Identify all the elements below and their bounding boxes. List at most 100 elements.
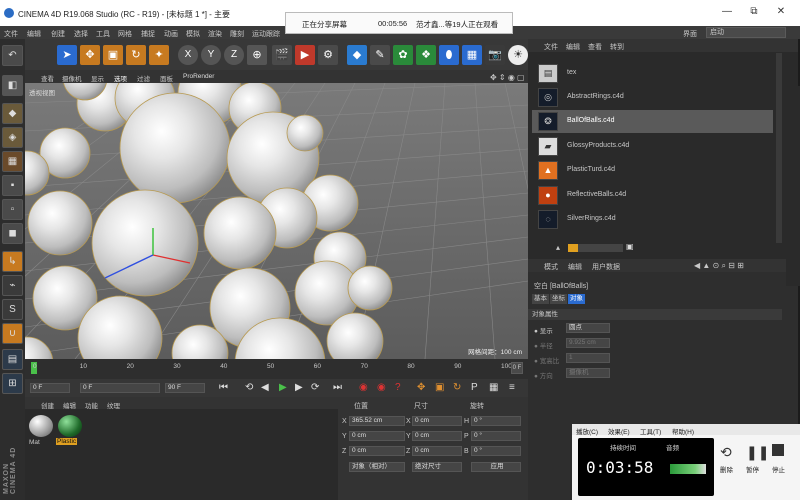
size-mode-select[interactable]: 绝对尺寸 (412, 462, 462, 472)
close-button[interactable]: ✕ (774, 6, 788, 20)
locked-workplane-icon[interactable]: ⊞ (2, 373, 23, 394)
mat-menu-create[interactable]: 创建 (41, 400, 54, 410)
camera-icon[interactable]: 📷 (485, 45, 505, 65)
cube-icon[interactable]: ◆ (347, 45, 367, 65)
rotation-p-field[interactable]: 0 ° (471, 431, 521, 441)
timer-menu-effect[interactable]: 效果(E) (608, 426, 630, 436)
next-frame-icon[interactable]: ▶ (295, 382, 303, 393)
frame-end-field[interactable]: 90 F (165, 383, 205, 393)
coordinate-system-icon[interactable]: ⊕ (247, 45, 267, 65)
orientation-select[interactable]: 摄像机 (566, 368, 610, 378)
thumbnail-size-handle[interactable] (568, 244, 578, 252)
coord-mode-select[interactable]: 对象（相对） (349, 462, 405, 472)
mat-menu-function[interactable]: 功能 (85, 400, 98, 410)
browser-item[interactable]: ▲ PlasticTurd.c4d (532, 159, 775, 182)
menu-snap[interactable]: 捕捉 (141, 29, 155, 39)
magnet-icon[interactable]: ∪ (2, 323, 23, 344)
rotation-h-field[interactable]: 0 ° (471, 416, 521, 426)
3d-viewport[interactable]: 透视视图 网格间距：100 cm (25, 83, 528, 359)
menu-sculpt[interactable]: 雕刻 (230, 29, 244, 39)
right-tab-strip[interactable] (786, 86, 800, 286)
subdivision-icon[interactable]: ✿ (393, 45, 413, 65)
sphere[interactable] (119, 92, 231, 204)
autokey-icon[interactable]: ◉ (377, 382, 386, 393)
browser-menu-file[interactable]: 文件 (544, 42, 558, 52)
vp-menu-options[interactable]: 选项 (114, 73, 127, 83)
render-picture-viewer-icon[interactable]: ▶ (295, 45, 315, 65)
frame-min-field[interactable]: 0 F (30, 383, 70, 393)
move-tool-icon[interactable]: ✥ (80, 45, 100, 65)
material-swatch[interactable]: Mat (29, 415, 53, 446)
attr-tab-object[interactable]: 对象 (568, 294, 585, 304)
browser-item[interactable]: ◎ AbstractRings.c4d (532, 86, 775, 109)
delete-icon[interactable]: ⟲ (720, 444, 732, 461)
restore-button[interactable]: ⧉ (747, 6, 761, 20)
edges-mode-icon[interactable]: ▫ (2, 199, 23, 220)
rotate-tool-icon[interactable]: ↻ (126, 45, 146, 65)
key-rotation-icon[interactable]: ↻ (453, 382, 461, 393)
menu-create[interactable]: 创建 (51, 29, 65, 39)
x-axis-lock-icon[interactable]: X (178, 45, 198, 65)
texture-mode-icon[interactable]: ◈ (2, 127, 23, 148)
browser-item[interactable]: ● ReflectiveBalls.c4d (532, 184, 775, 207)
menu-edit[interactable]: 编辑 (27, 29, 41, 39)
mat-menu-texture[interactable]: 纹理 (107, 400, 120, 410)
workplane-mode-icon[interactable]: ▦ (2, 151, 23, 172)
keyframe-selection-icon[interactable]: ? (395, 382, 401, 393)
record-key-icon[interactable]: ◉ (359, 382, 368, 393)
render-view-icon[interactable]: 🎬 (272, 45, 292, 65)
aspect-field[interactable]: 1 (566, 353, 610, 363)
points-mode-icon[interactable]: ▪ (2, 175, 23, 196)
vp-menu-camera[interactable]: 摄像机 (62, 73, 82, 83)
frame-range-slider[interactable]: 0 F (80, 383, 160, 393)
next-key-icon[interactable]: ⟳ (311, 382, 319, 393)
menu-animate[interactable]: 动画 (164, 29, 178, 39)
timeline-options-icon[interactable]: ≡ (509, 382, 515, 393)
timer-menu-play[interactable]: 播放(C) (576, 426, 598, 436)
home-icon[interactable]: ▴ (556, 243, 560, 252)
previous-frame-icon[interactable]: ◀ (261, 382, 269, 393)
pause-icon[interactable]: ❚❚ (746, 444, 769, 461)
menu-select[interactable]: 选择 (74, 29, 88, 39)
attr-tab-basic[interactable]: 基本 (532, 294, 549, 304)
stop-icon[interactable] (772, 444, 784, 456)
menu-file[interactable]: 文件 (4, 29, 18, 39)
position-y-field[interactable]: 0 cm (349, 431, 405, 441)
deformer-icon[interactable]: ⬮ (439, 45, 459, 65)
view-toggle-icon[interactable]: ▣ (626, 242, 634, 251)
display-select[interactable]: 圆点 (566, 323, 610, 333)
size-x-field[interactable]: 0 cm (412, 416, 462, 426)
vp-menu-view[interactable]: 查看 (41, 73, 54, 83)
browser-item[interactable]: ◌ SilverRings.c4d (532, 208, 775, 231)
browser-scrollbar[interactable] (776, 53, 782, 243)
sphere[interactable] (286, 114, 324, 152)
material-swatch[interactable]: Plastic (56, 415, 84, 445)
vp-menu-prorender[interactable]: ProRender (183, 73, 214, 80)
menu-motion-tracking[interactable]: 运动跟踪 (252, 29, 280, 39)
grid-workplane-icon[interactable]: ▤ (2, 349, 23, 370)
y-axis-lock-icon[interactable]: Y (201, 45, 221, 65)
render-settings-icon[interactable]: ⚙ (318, 45, 338, 65)
menu-tools[interactable]: 工具 (96, 29, 110, 39)
play-icon[interactable]: ▶ (279, 382, 287, 393)
attr-menu-edit[interactable]: 编辑 (568, 262, 582, 272)
z-axis-lock-icon[interactable]: Z (224, 45, 244, 65)
make-editable-icon[interactable]: ◧ (2, 75, 23, 96)
radius-field[interactable]: 9.925 cm (566, 338, 610, 348)
sphere[interactable] (91, 189, 199, 297)
apply-button[interactable]: 应用 (471, 462, 521, 472)
key-position-icon[interactable]: ✥ (417, 382, 425, 393)
thumbnail-size-slider[interactable] (568, 244, 623, 252)
go-to-start-icon[interactable]: ⏮ (219, 382, 228, 393)
pause-label[interactable]: 暂停 (746, 464, 759, 474)
browser-item[interactable]: ▤ tex (532, 62, 775, 85)
sphere[interactable] (347, 265, 393, 311)
browser-item[interactable]: ▰ GlossyProducts.c4d (532, 135, 775, 158)
rotation-b-field[interactable]: 0 ° (471, 446, 521, 456)
pen-icon[interactable]: ✎ (370, 45, 390, 65)
vp-menu-panel[interactable]: 面板 (160, 73, 173, 83)
go-to-end-icon[interactable]: ⏭ (333, 382, 342, 393)
timer-menu-tools[interactable]: 工具(T) (640, 426, 661, 436)
browser-menu-edit[interactable]: 编辑 (566, 42, 580, 52)
attr-nav-icons[interactable]: ◀ ▲ ⊙ ⌕ ⊟ ⊞ (694, 261, 744, 271)
